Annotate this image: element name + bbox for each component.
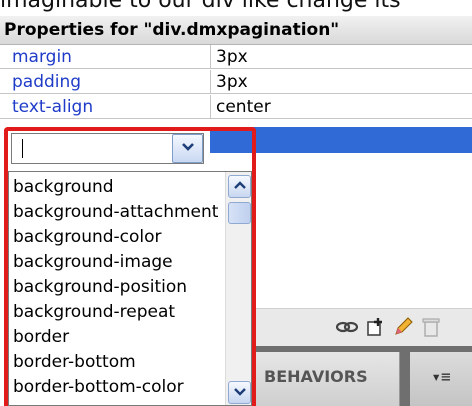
list-item[interactable]: background-repeat xyxy=(13,300,218,324)
chevron-up-icon xyxy=(233,181,246,189)
property-dropdown-button[interactable] xyxy=(172,134,203,163)
property-row-margin[interactable]: margin 3px xyxy=(0,45,472,69)
property-row-padding[interactable]: padding 3px xyxy=(0,70,472,94)
scroll-up-button[interactable] xyxy=(228,175,251,198)
new-property-value-cell[interactable] xyxy=(210,127,472,153)
property-value[interactable]: center xyxy=(216,95,271,119)
list-item[interactable]: background-attachment xyxy=(13,200,218,224)
tab-behaviors[interactable]: BEHAVIORS xyxy=(250,352,400,406)
new-css-rule-icon[interactable] xyxy=(364,316,386,338)
list-item[interactable]: background-position xyxy=(13,275,218,299)
text-cursor xyxy=(22,139,23,158)
column-divider xyxy=(210,70,211,94)
attach-css-icon[interactable] xyxy=(335,316,359,338)
list-item[interactable]: background-image xyxy=(13,250,218,274)
property-name[interactable]: margin xyxy=(12,45,72,69)
scroll-down-button[interactable] xyxy=(228,381,251,404)
list-item[interactable]: background xyxy=(13,175,218,199)
property-name[interactable]: padding xyxy=(12,70,81,94)
scroll-thumb[interactable] xyxy=(228,202,251,224)
list-scrollbar[interactable] xyxy=(225,172,251,405)
property-value[interactable]: 3px xyxy=(216,45,248,69)
list-item[interactable]: border-bottom xyxy=(13,350,218,374)
list-item[interactable]: border xyxy=(13,325,218,349)
column-divider xyxy=(210,95,211,119)
list-item[interactable]: border-bottom-color xyxy=(13,375,218,399)
property-dropdown-list[interactable]: background background-attachment backgro… xyxy=(8,171,252,406)
panel-options-menu-icon[interactable]: ▾≡ xyxy=(410,352,472,406)
chevron-down-icon xyxy=(233,388,246,396)
tutorial-caption: imaginable to our div like change its xyxy=(0,0,401,13)
property-name[interactable]: text-align xyxy=(12,95,93,119)
chevron-down-icon xyxy=(181,143,194,151)
edit-rule-icon[interactable] xyxy=(392,316,414,338)
property-row-text-align[interactable]: text-align center xyxy=(0,95,472,119)
properties-panel-title: Properties for "div.dmxpagination" xyxy=(0,16,472,45)
panel-body xyxy=(250,153,472,311)
column-divider xyxy=(210,45,211,69)
delete-icon[interactable] xyxy=(420,316,442,338)
property-value[interactable]: 3px xyxy=(216,70,248,94)
list-item[interactable]: background-color xyxy=(13,225,218,249)
